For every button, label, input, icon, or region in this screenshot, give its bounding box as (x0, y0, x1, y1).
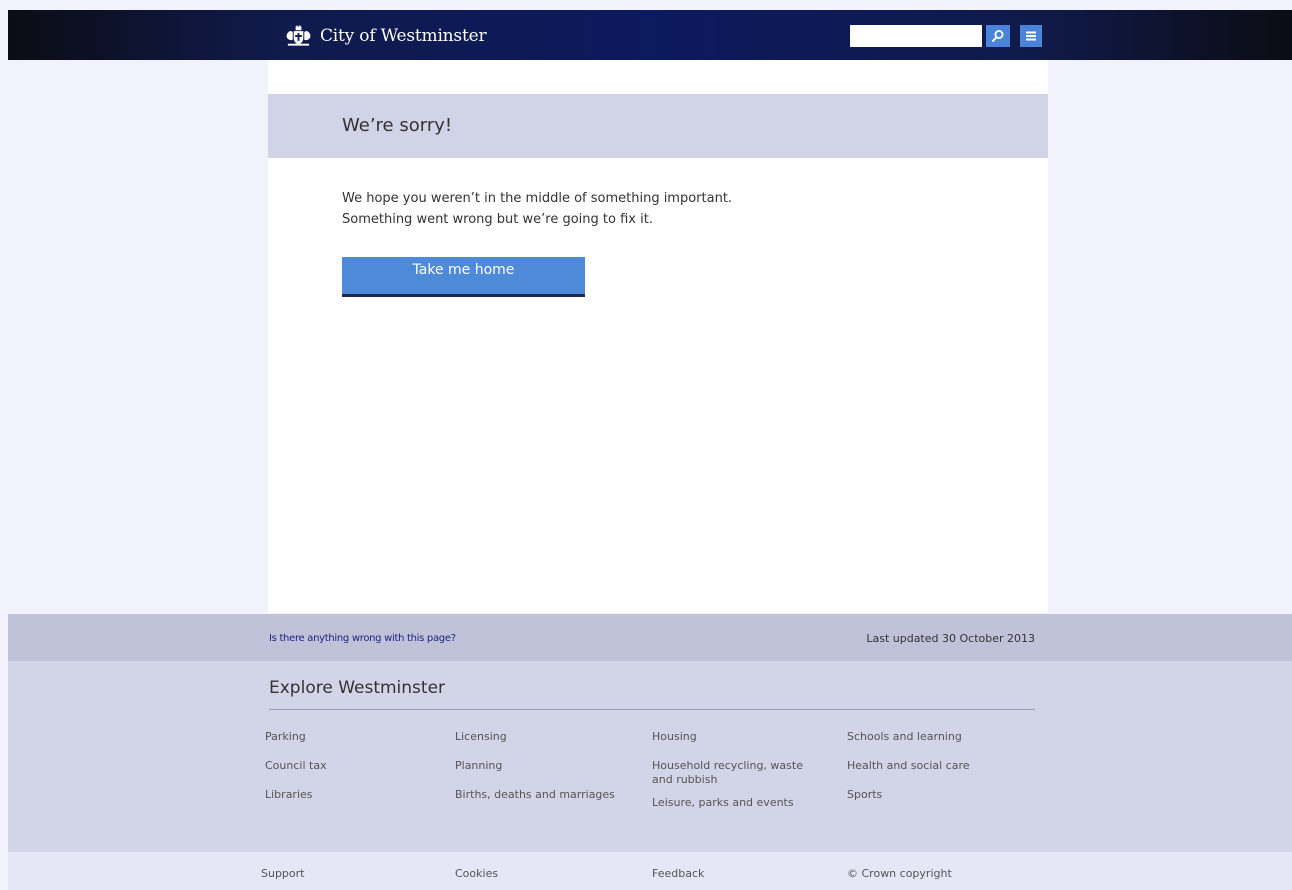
explore-link-schools-learning[interactable]: Schools and learning (847, 730, 1027, 744)
error-message-line: We hope you weren’t in the middle of som… (342, 191, 733, 206)
search-button[interactable] (986, 25, 1010, 47)
hamburger-menu-icon (1026, 31, 1036, 41)
explore-heading: Explore Westminster (269, 678, 446, 698)
report-problem-link[interactable]: Is there anything wrong with this page? (269, 633, 456, 644)
error-banner: We’re sorry! (268, 94, 1048, 158)
crown-copyright: © Crown copyright (847, 867, 952, 880)
footer-link-feedback[interactable]: Feedback (652, 867, 704, 880)
site-header: City of Westminster (8, 10, 1292, 60)
explore-column: Licensing Planning Births, deaths and ma… (455, 730, 640, 817)
coat-of-arms-icon (286, 25, 311, 46)
search-input[interactable] (850, 25, 982, 47)
explore-link-births-deaths-marriages[interactable]: Births, deaths and marriages (455, 788, 640, 802)
explore-link-parking[interactable]: Parking (265, 730, 435, 744)
site-name: City of Westminster (320, 26, 487, 46)
magnifier-icon (992, 30, 1004, 42)
explore-link-libraries[interactable]: Libraries (265, 788, 435, 802)
explore-column: Parking Council tax Libraries (265, 730, 435, 817)
page-feedback-bar: Is there anything wrong with this page? … (8, 614, 1292, 661)
main-content: We’re sorry! We hope you weren’t in the … (268, 60, 1048, 613)
explore-column: Schools and learning Health and social c… (847, 730, 1027, 817)
explore-link-council-tax[interactable]: Council tax (265, 759, 435, 773)
explore-link-sports[interactable]: Sports (847, 788, 1027, 802)
footer-link-support[interactable]: Support (261, 867, 304, 880)
footer-link-cookies[interactable]: Cookies (455, 867, 498, 880)
divider (269, 709, 1035, 710)
error-message-line: Something went wrong but we’re going to … (342, 212, 653, 227)
explore-link-health-social-care[interactable]: Health and social care (847, 759, 1027, 773)
explore-link-planning[interactable]: Planning (455, 759, 640, 773)
explore-section: Explore Westminster Parking Council tax … (8, 661, 1292, 852)
site-footer: Support Cookies Feedback © Crown copyrig… (8, 852, 1292, 890)
explore-link-housing[interactable]: Housing (652, 730, 827, 744)
error-message: We hope you weren’t in the middle of som… (342, 188, 942, 230)
explore-link-leisure-parks-events[interactable]: Leisure, parks and events (652, 796, 827, 810)
take-me-home-button[interactable]: Take me home (342, 257, 585, 297)
explore-column: Housing Household recycling, waste and r… (652, 730, 827, 825)
explore-link-household-recycling[interactable]: Household recycling, waste and rubbish (652, 759, 827, 787)
site-logo-link[interactable]: City of Westminster (285, 24, 487, 48)
menu-button[interactable] (1020, 25, 1042, 47)
last-updated-text: Last updated 30 October 2013 (866, 632, 1035, 645)
explore-link-licensing[interactable]: Licensing (455, 730, 640, 744)
page-title: We’re sorry! (342, 115, 453, 136)
